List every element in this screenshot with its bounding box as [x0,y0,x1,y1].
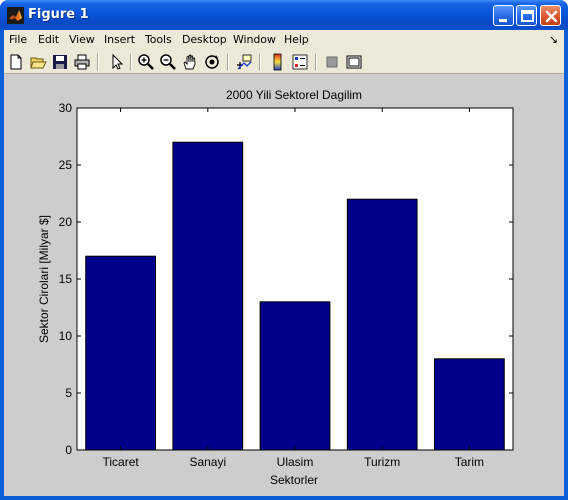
bar-chart: 2000 Yili Sektorel Dagilim Ticaret Sanayi… [37,88,514,487]
menu-desktop[interactable]: Desktop [182,33,227,46]
chart-title: 2000 Yili Sektorel Dagilim [226,88,362,102]
y-tick-label: 30 [59,101,73,115]
insert-legend-button[interactable] [291,53,309,71]
y-axis-label: Sektor Cirolari [Milyar $] [37,215,51,343]
open-file-button[interactable] [29,53,47,71]
pan-hand-icon [183,54,196,70]
window-title: Figure 1 [28,7,89,22]
bar-ulasim [259,301,331,451]
matlab-logo-icon [7,7,24,24]
x-tick-label: Sanayi [189,455,226,469]
toolbar-separator [227,53,229,71]
toolbar-separator [97,53,99,71]
print-button[interactable] [73,53,91,71]
hide-plot-tools-icon [326,56,338,68]
title-bar[interactable]: Figure 1 [0,0,568,30]
menu-help[interactable]: Help [284,33,309,46]
minimize-icon [499,19,507,22]
dock-arrow-icon[interactable]: ↘ [549,33,558,46]
toolbar-separator [315,53,317,71]
menu-edit[interactable]: Edit [38,33,59,46]
show-plot-tools-icon [346,55,362,69]
insert-legend-icon [292,54,308,70]
y-tick-label: 25 [59,158,73,172]
pan-button[interactable] [181,53,199,71]
data-cursor-button[interactable] [235,53,253,71]
toolbar-separator [130,53,132,71]
new-figure-icon [10,54,22,70]
menu-view[interactable]: View [69,33,95,46]
bar-sanayi [172,141,244,451]
x-tick-label: Turizm [364,455,400,469]
close-icon [545,10,558,23]
x-axis-label: Sektorler [270,473,318,487]
maximize-button[interactable] [516,5,537,26]
open-file-icon [30,57,47,69]
x-tick-label: Tarim [455,455,484,469]
close-button[interactable] [540,5,561,26]
bar-tarim [434,358,505,451]
menu-tools[interactable]: Tools [145,33,172,46]
hide-plot-tools-button[interactable] [323,53,341,71]
menu-window[interactable]: Window [233,33,276,46]
zoom-out-button[interactable] [159,53,177,71]
insert-colorbar-icon [273,53,282,71]
toolbar-separator [259,53,261,71]
zoom-out-icon [160,54,176,70]
figure-canvas: 2000 Yili Sektorel Dagilim Ticaret Sanayi… [4,75,564,496]
insert-colorbar-button[interactable] [269,53,287,71]
y-tick-label: 20 [59,215,73,229]
figure-window: Figure 1 File Edit View Insert Tools Des… [0,0,568,500]
bar-turizm [346,198,418,451]
rotate-3d-icon [205,55,219,69]
maximize-icon [521,10,534,22]
zoom-in-button[interactable] [137,53,155,71]
rotate-3d-button[interactable] [203,53,221,71]
show-plot-tools-button[interactable] [345,53,363,71]
print-icon [74,54,90,70]
figure-toolbar [4,50,564,74]
new-figure-button[interactable] [7,53,25,71]
menu-insert[interactable]: Insert [104,33,135,46]
menu-bar: File Edit View Insert Tools Desktop Wind… [4,30,564,50]
x-tick-label: Ticaret [102,455,139,469]
bar-ticaret [85,255,156,451]
save-icon [53,55,67,69]
minimize-button[interactable] [493,5,514,26]
menu-file[interactable]: File [9,33,27,46]
x-tick-label: Ulasim [277,455,314,469]
data-cursor-icon [237,54,252,70]
edit-plot-button[interactable] [107,53,125,71]
client-area: File Edit View Insert Tools Desktop Wind… [4,30,564,496]
y-tick-label: 5 [65,386,72,400]
zoom-in-icon [138,54,154,70]
save-button[interactable] [51,53,69,71]
y-tick-label: 10 [59,329,73,343]
edit-plot-arrow-icon [112,53,124,70]
y-tick-label: 15 [59,272,73,286]
y-tick-label: 0 [65,443,72,457]
